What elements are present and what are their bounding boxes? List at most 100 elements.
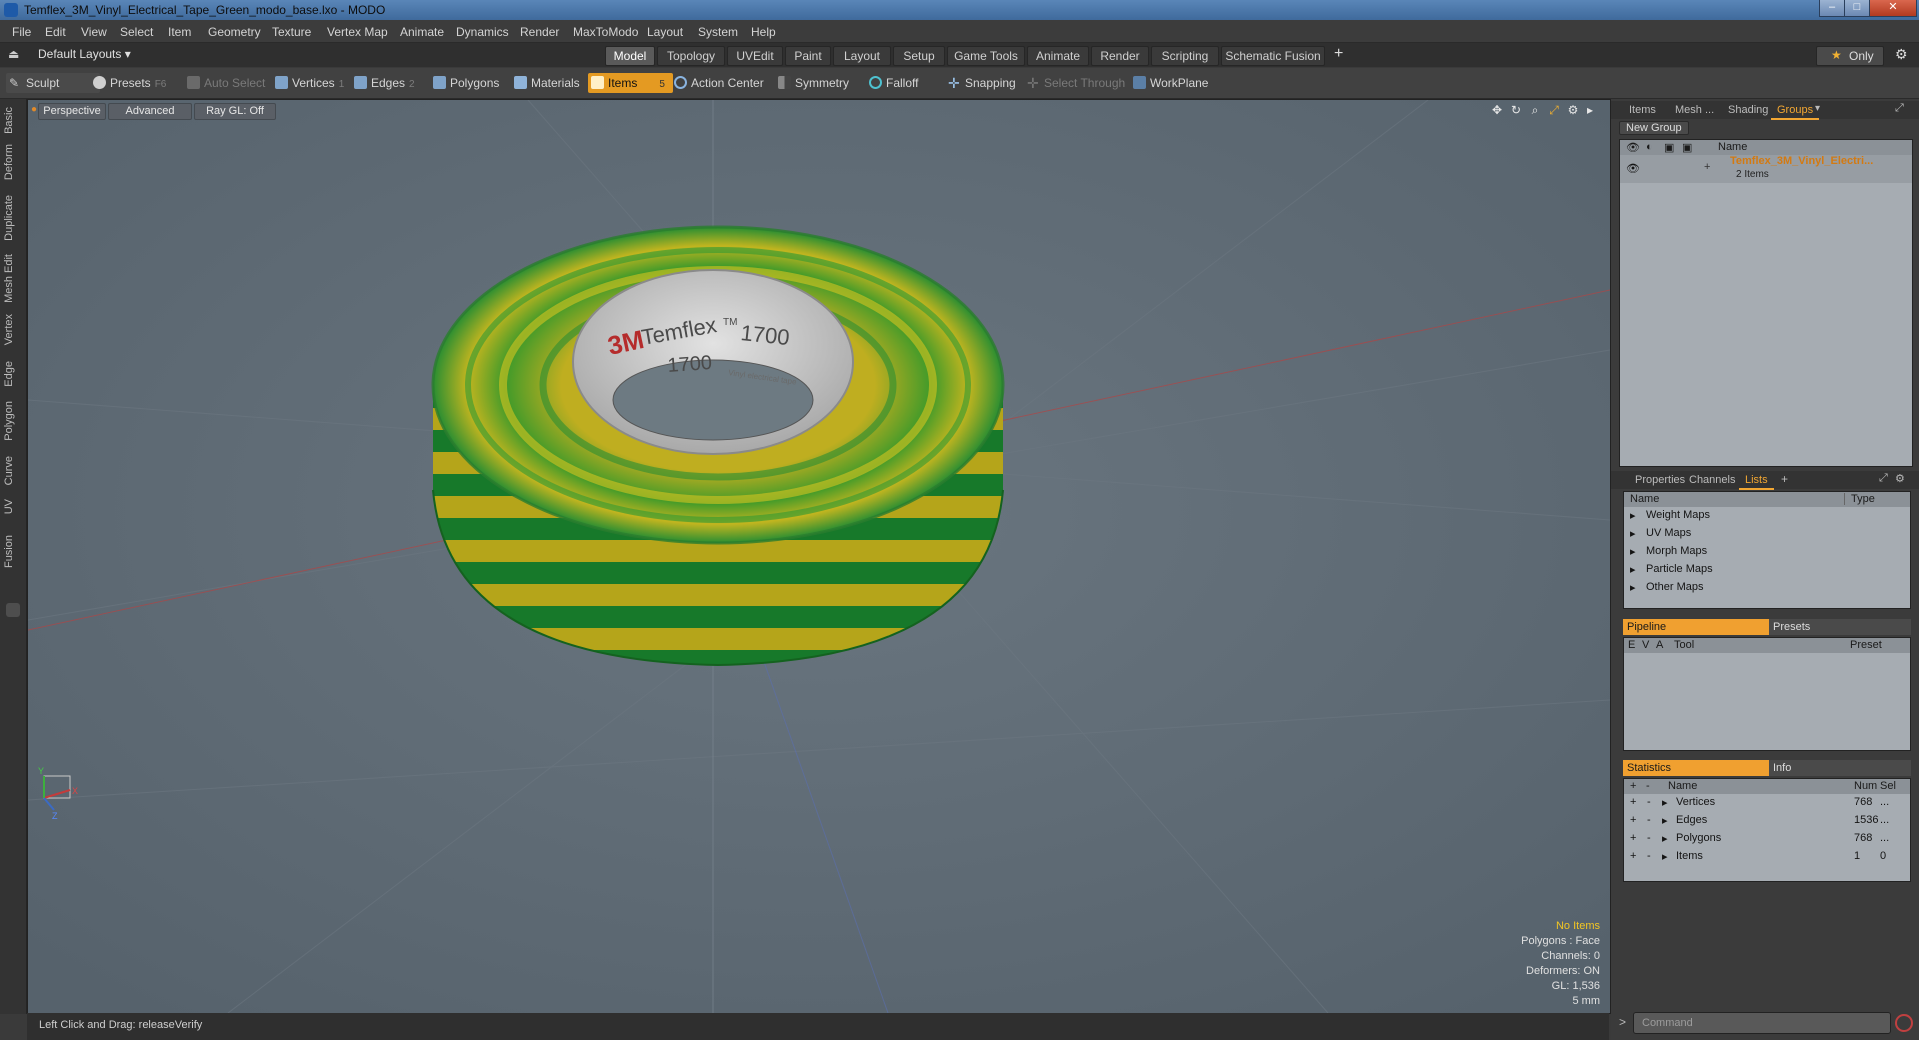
vtab-basic[interactable]: Basic	[3, 107, 23, 134]
menu-geometry[interactable]: Geometry	[208, 25, 261, 39]
menu-system[interactable]: System	[698, 25, 738, 39]
menu-maxtomodo[interactable]: MaxToModo	[573, 25, 638, 39]
raygl-toggle[interactable]: Ray GL: Off	[194, 103, 276, 120]
tab-presets[interactable]: Presets	[1769, 619, 1911, 635]
advanced-dropdown[interactable]: Advanced	[108, 103, 192, 120]
stats-row[interactable]: + - ▸ Vertices 768 ...	[1624, 796, 1910, 814]
falloff-button[interactable]: Falloff	[866, 73, 918, 93]
list-item[interactable]: ▸ Weight Maps	[1624, 509, 1910, 527]
tab-uvedit[interactable]: UVEdit	[727, 46, 783, 66]
3d-viewport[interactable]: 3M Temflex TM 1700 1700 Vinyl electrical…	[27, 99, 1611, 1014]
tab-info[interactable]: Info	[1769, 760, 1911, 776]
new-group-button[interactable]: New Group	[1619, 121, 1689, 135]
group-visible-icon[interactable]: 👁	[1626, 162, 1640, 175]
tab-render[interactable]: Render	[1091, 46, 1149, 66]
default-layouts-dropdown[interactable]: Default Layouts ▾	[38, 47, 131, 61]
menu-view[interactable]: View	[81, 25, 107, 39]
group-expand-icon[interactable]: +	[1704, 161, 1710, 173]
vertices-button[interactable]: Vertices 1	[272, 73, 344, 93]
stats-remove-icon[interactable]: -	[1647, 814, 1651, 826]
menu-select[interactable]: Select	[120, 25, 153, 39]
tab-properties[interactable]: Properties	[1629, 473, 1691, 488]
zoom-icon[interactable]: ⌕	[1528, 103, 1542, 117]
list-item[interactable]: ▸ Particle Maps	[1624, 563, 1910, 581]
only-toggle[interactable]: ★ Only	[1816, 46, 1884, 66]
menu-texture[interactable]: Texture	[272, 25, 311, 39]
vtab-deform[interactable]: Deform	[3, 144, 23, 180]
stats-add-icon[interactable]: +	[1630, 850, 1636, 862]
list-item[interactable]: ▸ Other Maps	[1624, 581, 1910, 599]
gear-icon[interactable]: ⚙	[1895, 46, 1908, 63]
maximize-button[interactable]: □	[1844, 0, 1870, 17]
tab-paint[interactable]: Paint	[785, 46, 831, 66]
fit-icon[interactable]: ⤢	[1547, 103, 1561, 117]
list-item[interactable]: ▸ UV Maps	[1624, 527, 1910, 545]
expand-icon[interactable]: ⤢	[1895, 102, 1904, 115]
stats-remove-icon[interactable]: -	[1647, 850, 1651, 862]
viewport-expand-icon[interactable]: ▸	[1583, 103, 1597, 117]
tab-items[interactable]: Items	[1623, 103, 1662, 118]
group-row[interactable]: 👁 + Temflex_3M_Vinyl_Electri... 2 Items	[1620, 155, 1912, 183]
tab-channels[interactable]: Channels	[1683, 473, 1741, 488]
materials-button[interactable]: Materials	[511, 73, 580, 93]
tab-mesh[interactable]: Mesh ...	[1669, 103, 1720, 118]
tab-lists[interactable]: Lists	[1739, 473, 1774, 490]
snapping-button[interactable]: ✛ Snapping	[945, 73, 1016, 93]
symmetry-button[interactable]: Symmetry	[775, 73, 849, 93]
add-panel-tab-icon[interactable]: +	[1781, 472, 1788, 486]
rotate-icon[interactable]: ↻	[1509, 103, 1523, 117]
stats-add-icon[interactable]: +	[1630, 832, 1636, 844]
stats-add-icon[interactable]: +	[1630, 814, 1636, 826]
stats-expand-icon[interactable]: ▸	[1662, 832, 1668, 845]
vtab-curve[interactable]: Curve	[3, 456, 23, 485]
vtab-mesh-edit[interactable]: Mesh Edit	[3, 254, 23, 303]
viewport-menu-icon[interactable]: ●	[31, 104, 37, 115]
stats-expand-icon[interactable]: ▸	[1662, 796, 1668, 809]
action-center-button[interactable]: Action Center	[671, 73, 764, 93]
perspective-dropdown[interactable]: Perspective	[38, 103, 106, 120]
stats-row[interactable]: + - ▸ Edges 1536 ...	[1624, 814, 1910, 832]
minimize-button[interactable]: –	[1819, 0, 1845, 17]
tab-pipeline[interactable]: Pipeline	[1623, 619, 1769, 635]
vtab-duplicate[interactable]: Duplicate	[3, 195, 23, 241]
sculpt-button[interactable]: ✎ Sculpt	[6, 73, 100, 93]
menu-layout[interactable]: Layout	[647, 25, 683, 39]
stats-row[interactable]: + - ▸ Polygons 768 ...	[1624, 832, 1910, 850]
record-icon[interactable]	[1895, 1014, 1913, 1032]
menu-edit[interactable]: Edit	[45, 25, 66, 39]
menu-help[interactable]: Help	[751, 25, 776, 39]
workplane-button[interactable]: WorkPlane	[1130, 73, 1208, 93]
items-button[interactable]: Items 5	[588, 73, 673, 93]
tab-scripting[interactable]: Scripting	[1151, 46, 1219, 66]
auto-select-button[interactable]: Auto Select	[184, 73, 265, 93]
stats-row[interactable]: + - ▸ Items 1 0	[1624, 850, 1910, 868]
stats-remove-icon[interactable]: -	[1647, 832, 1651, 844]
mid-expand-icon[interactable]: ⤢	[1879, 472, 1888, 485]
menu-item[interactable]: Item	[168, 25, 191, 39]
command-input[interactable]: Command	[1633, 1012, 1891, 1034]
tab-game-tools[interactable]: Game Tools	[947, 46, 1025, 66]
menu-render[interactable]: Render	[520, 25, 559, 39]
tab-topology[interactable]: Topology	[657, 46, 725, 66]
tab-statistics[interactable]: Statistics	[1623, 760, 1769, 776]
edges-button[interactable]: Edges 2	[351, 73, 415, 93]
stats-expand-icon[interactable]: ▸	[1662, 850, 1668, 863]
tabs-dropdown-icon[interactable]: ▾	[1815, 103, 1820, 114]
vtab-uv[interactable]: UV	[3, 499, 23, 514]
select-through-button[interactable]: ✛ Select Through	[1024, 73, 1125, 93]
tape-roll-model[interactable]: 3M Temflex TM 1700 1700 Vinyl electrical…	[431, 225, 1005, 667]
close-button[interactable]: ✕	[1869, 0, 1917, 17]
mid-gear-icon[interactable]: ⚙	[1895, 472, 1905, 485]
menu-dynamics[interactable]: Dynamics	[456, 25, 509, 39]
stats-add-icon[interactable]: +	[1630, 796, 1636, 808]
menu-vertex-map[interactable]: Vertex Map	[327, 25, 388, 39]
vtab-edge[interactable]: Edge	[3, 361, 23, 387]
stats-remove-icon[interactable]: -	[1647, 796, 1651, 808]
tab-setup[interactable]: Setup	[893, 46, 945, 66]
tab-shading[interactable]: Shading	[1722, 103, 1774, 118]
stats-expand-icon[interactable]: ▸	[1662, 814, 1668, 827]
pan-icon[interactable]: ✥	[1490, 103, 1504, 117]
vtab-fusion[interactable]: Fusion	[3, 535, 23, 568]
list-item[interactable]: ▸ Morph Maps	[1624, 545, 1910, 563]
menu-file[interactable]: File	[12, 25, 31, 39]
